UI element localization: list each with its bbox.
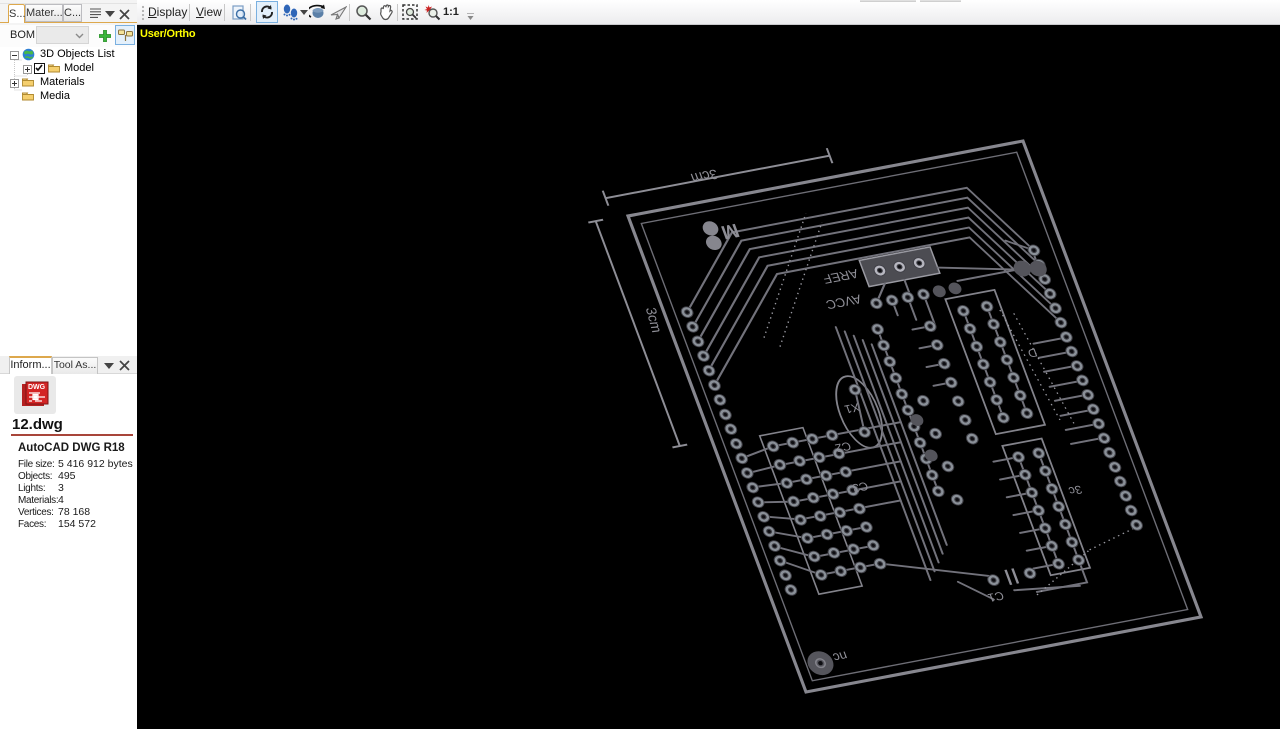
svg-text:AVCC: AVCC (824, 292, 864, 313)
svg-text:AREF: AREF (821, 266, 860, 287)
svg-text:D: D (1025, 346, 1039, 361)
svg-text:C1: C1 (986, 589, 1006, 605)
svg-text:M: M (718, 219, 742, 243)
svg-text:3c: 3c (1067, 483, 1084, 498)
svg-text:nc: nc (831, 649, 850, 666)
svg-text:DWG: DWG (28, 384, 46, 391)
svg-text:3cm: 3cm (689, 166, 721, 186)
